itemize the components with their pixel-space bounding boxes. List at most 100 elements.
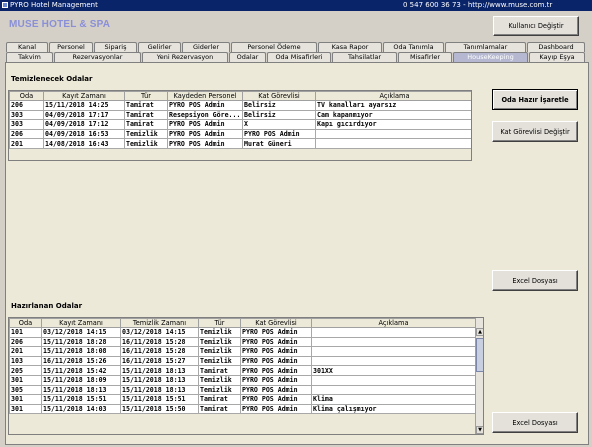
col-kayit-zamani[interactable]: Kayıt Zamanı [43, 91, 125, 101]
cell: Tamirat [124, 100, 168, 111]
app-icon [2, 2, 8, 8]
tab-housekeeping[interactable]: HouseKeeping [453, 52, 528, 62]
col-aciklama[interactable]: Açıklama [315, 91, 471, 101]
tab-tahsilatlar[interactable]: Tahsilatlar [332, 52, 397, 62]
cell: 301 [9, 403, 42, 415]
cell: 04/09/2018 16:53 [43, 128, 125, 140]
tab-takvim[interactable]: Takvim [6, 52, 53, 62]
col-tur[interactable]: Tür [124, 91, 168, 101]
tab-misafirler[interactable]: Misafirler [398, 52, 452, 62]
cell [311, 384, 476, 396]
tab-kayip-esya[interactable]: Kayıp Eşya [529, 52, 585, 62]
cell: PYRO POS Admin [240, 346, 312, 357]
col-oda[interactable]: Oda [9, 91, 44, 101]
prepared-section-title: Hazırlanan Odalar [11, 302, 83, 310]
cell: 201 [9, 346, 42, 357]
col-kaydeden-personel[interactable]: Kaydeden Personel [167, 91, 243, 101]
tab-gelirler[interactable]: Gelirler [138, 42, 181, 52]
cell: 15/11/2018 14:03 [41, 403, 121, 415]
table-row[interactable]: 206 15/11/2018 14:25 Tamirat PYRO POS Admin… [9, 100, 471, 111]
cell: 14/08/2018 16:43 [43, 138, 125, 149]
tab-personel[interactable]: Personel [49, 42, 93, 52]
cell: 301 [9, 394, 42, 405]
cell: PYRO POS Admin [167, 100, 243, 111]
cell [315, 138, 471, 149]
table-row[interactable]: 201 15/11/2018 18:08 16/11/2018 15:28 Temiz… [9, 346, 476, 357]
cell: 04/09/2018 17:17 [43, 109, 125, 121]
cell: Temizlik [198, 374, 241, 386]
tab-yeni-rezervasyon[interactable]: Yeni Rezervasyon [142, 52, 228, 62]
tab-personel-odeme[interactable]: Personel Ödeme [231, 42, 317, 52]
cell [311, 346, 476, 357]
cell: Temizlik [198, 355, 241, 367]
cell: 301XX [311, 365, 476, 376]
cell: 101 [9, 327, 42, 338]
tab-tanimlamalar[interactable]: Tanımlamalar [445, 42, 526, 52]
cleaning-grid[interactable]: Oda Kayıt Zamanı Tür Kaydeden Personel K… [8, 90, 472, 161]
prepared-grid[interactable]: Oda Kayıt Zamanı Temizlik Zamanı Tür Kat… [8, 317, 484, 435]
cell: Tamirat [198, 403, 241, 415]
col-aciklama[interactable]: Açıklama [311, 318, 476, 328]
cell: PYRO POS Admin [240, 374, 312, 386]
cell: 15/11/2018 18:08 [41, 346, 121, 357]
cell [311, 327, 476, 338]
cell: Tamirat [124, 109, 168, 121]
col-kat-gorevlisi[interactable]: Kat Görevlisi [240, 318, 312, 328]
excel-export-button-1[interactable]: Excel Dosyası [492, 270, 578, 291]
cell: Cam kapanmıyor [315, 109, 471, 121]
tab-oda-tanimla[interactable]: Oda Tanımla [383, 42, 444, 52]
change-user-button[interactable]: Kullanıcı Değiştir [493, 16, 579, 36]
col-kayit-zamani[interactable]: Kayıt Zamanı [41, 318, 121, 328]
cell: 15/11/2018 15:51 [41, 394, 121, 405]
table-row[interactable]: 301 15/11/2018 15:51 15/11/2018 15:51 Tamir… [9, 394, 476, 405]
cell: X [242, 119, 316, 130]
cell: Resepsiyon Göre... [167, 109, 243, 121]
table-row[interactable]: 305 15/11/2018 18:13 15/11/2018 18:13 Temiz… [9, 384, 476, 396]
table-row[interactable]: 206 04/09/2018 16:53 Temizlik PYRO POS Admi… [9, 128, 471, 140]
table-row[interactable]: 101 03/12/2018 14:15 03/12/2018 14:15 Temiz… [9, 327, 476, 338]
col-oda[interactable]: Oda [9, 318, 42, 328]
cell [311, 374, 476, 386]
tab-rezervasyonlar[interactable]: Rezervasyonlar [54, 52, 141, 62]
prepared-scrollbar[interactable]: ▲ ▼ [475, 318, 483, 434]
scroll-thumb[interactable] [476, 338, 483, 372]
brand-title: MUSE HOTEL & SPA [9, 19, 111, 30]
table-row[interactable]: 301 15/11/2018 18:09 15/11/2018 18:13 Temiz… [9, 374, 476, 386]
cell: 205 [9, 365, 42, 376]
scroll-down-arrow-icon[interactable]: ▼ [476, 426, 483, 434]
change-floor-staff-button[interactable]: Kat Görevlisi Değiştir [492, 121, 578, 142]
tab-odalar[interactable]: Odalar [229, 52, 266, 62]
scroll-up-arrow-icon[interactable]: ▲ [476, 328, 483, 336]
cell: 15/11/2018 15:50 [120, 403, 199, 415]
cell: Tamirat [198, 394, 241, 405]
cell [311, 336, 476, 348]
tab-kanal[interactable]: Kanal [6, 42, 48, 52]
tab-oda-misafirleri[interactable]: Oda Misafirleri [267, 52, 331, 62]
col-tur[interactable]: Tür [198, 318, 241, 328]
tab-giderler[interactable]: Giderler [182, 42, 230, 52]
tab-kasa-rapor[interactable]: Kasa Rapor [318, 42, 382, 52]
cell: 15/11/2018 18:13 [41, 384, 121, 396]
table-row[interactable]: 303 04/09/2018 17:17 Tamirat Resepsiyon Gör… [9, 109, 471, 121]
cell: 15/11/2018 15:51 [120, 394, 199, 405]
tab-dashboard[interactable]: Dashboard [527, 42, 585, 52]
cell [311, 355, 476, 367]
table-row[interactable]: 303 04/09/2018 17:12 Tamirat PYRO POS Admin… [9, 119, 471, 130]
table-row[interactable]: 301 15/11/2018 14:03 15/11/2018 15:50 Tamir… [9, 403, 476, 415]
tab-siparis[interactable]: Sipariş [94, 42, 137, 52]
table-row[interactable]: 206 15/11/2018 18:28 16/11/2018 15:28 Temiz… [9, 336, 476, 348]
table-row[interactable]: 205 15/11/2018 15:42 15/11/2018 18:13 Tamir… [9, 365, 476, 376]
col-temizlik-zamani[interactable]: Temizlik Zamanı [120, 318, 199, 328]
table-row[interactable]: 201 14/08/2018 16:43 Temizlik PYRO POS Admi… [9, 138, 471, 149]
cell: 15/11/2018 18:13 [120, 374, 199, 386]
cell: PYRO POS Admin [240, 394, 312, 405]
cell: 301 [9, 374, 42, 386]
col-kat-gorevlisi[interactable]: Kat Görevlisi [242, 91, 316, 101]
prepared-header-row: Oda Kayıt Zamanı Temizlik Zamanı Tür Kat… [9, 318, 476, 328]
table-row[interactable]: 103 16/11/2018 15:26 16/11/2018 15:27 Temiz… [9, 355, 476, 367]
excel-export-button-2[interactable]: Excel Dosyası [492, 412, 578, 433]
cell: 206 [9, 336, 42, 348]
cell: 16/11/2018 15:27 [120, 355, 199, 367]
mark-ready-button[interactable]: Oda Hazır İşaretle [492, 89, 578, 110]
cell: 15/11/2018 15:42 [41, 365, 121, 376]
